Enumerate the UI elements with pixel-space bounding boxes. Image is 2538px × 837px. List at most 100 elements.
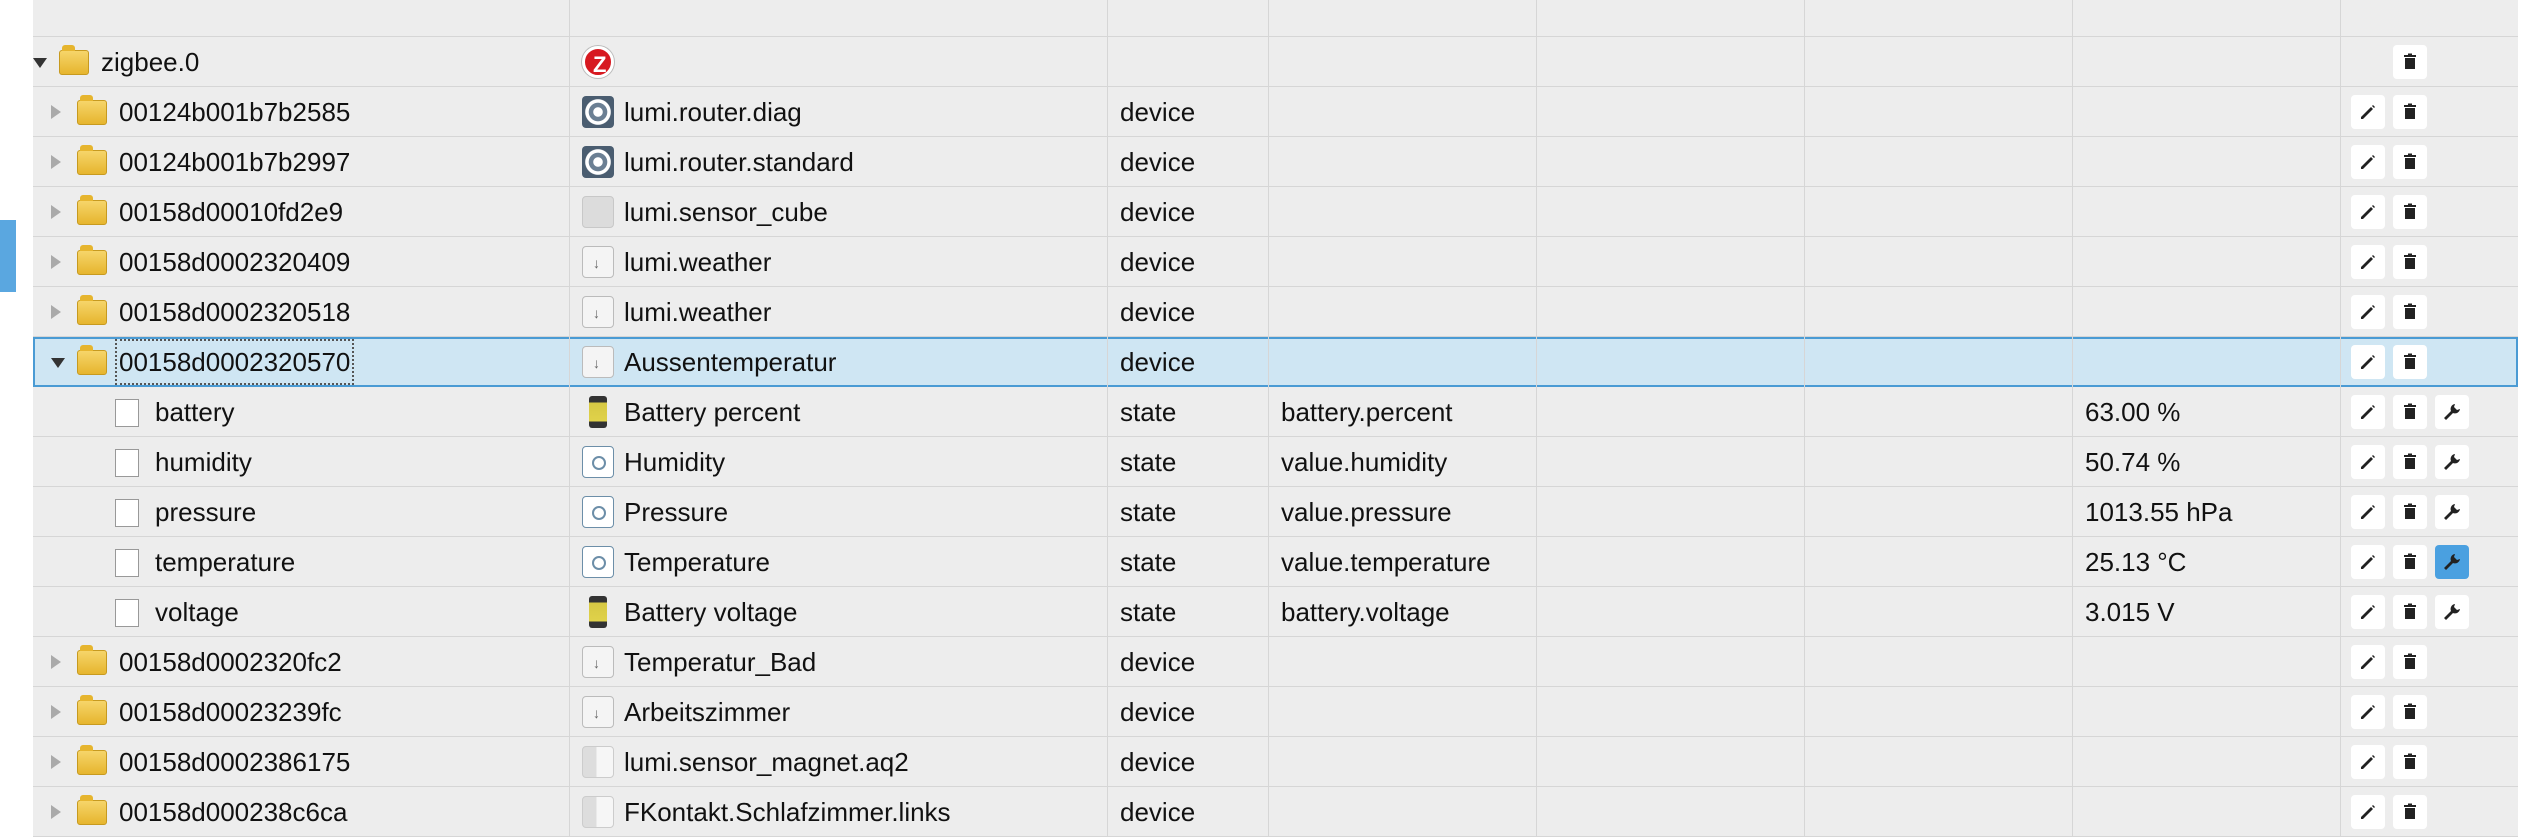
edit-button[interactable] [2351, 495, 2385, 529]
custom-settings-button[interactable] [2435, 445, 2469, 479]
object-role-cell [1269, 737, 1537, 787]
object-id-label: 00158d0002320570 [113, 337, 356, 387]
edit-button[interactable] [2351, 95, 2385, 129]
collapse-arrow-icon[interactable] [33, 58, 47, 68]
edit-button[interactable] [2351, 545, 2385, 579]
object-role-cell [1269, 37, 1537, 87]
expand-arrow-icon[interactable] [51, 205, 61, 219]
object-type-cell: device [1108, 787, 1269, 837]
expand-arrow-icon[interactable] [51, 255, 61, 269]
edit-button[interactable] [2351, 445, 2385, 479]
expand-arrow-icon[interactable] [51, 755, 61, 769]
custom-settings-button[interactable] [2435, 595, 2469, 629]
folder-icon [77, 345, 107, 375]
expand-arrow-icon[interactable] [51, 105, 61, 119]
tree-row[interactable]: 00158d00010fd2e9 lumi.sensor_cube device [33, 187, 2518, 237]
object-id-cell: humidity [33, 437, 570, 487]
edit-button[interactable] [2351, 645, 2385, 679]
tree-row[interactable]: pressure Pressure state value.pressure 1013.… [33, 487, 2518, 537]
custom-settings-button[interactable] [2435, 395, 2469, 429]
tree-row[interactable]: 00158d0002320518 lumi.weather device [33, 287, 2518, 337]
delete-button[interactable] [2393, 445, 2427, 479]
object-id-label: 00158d0002320409 [119, 247, 351, 277]
expand-arrow-icon[interactable] [51, 155, 61, 169]
delete-button[interactable] [2393, 645, 2427, 679]
tree-row[interactable]: 00124b001b7b2585 lumi.router.diag device [33, 87, 2518, 137]
object-id-cell: pressure [33, 487, 570, 537]
object-name-label: lumi.router.standard [624, 147, 854, 177]
tree-row[interactable]: 00158d0002320409 lumi.weather device [33, 237, 2518, 287]
object-id-cell: 00158d0002320fc2 [33, 637, 570, 687]
folder-icon [77, 245, 107, 275]
object-id-label: 00158d00010fd2e9 [119, 197, 344, 227]
tree-row[interactable]: 00158d0002386175 lumi.sensor_magnet.aq2 de… [33, 737, 2518, 787]
object-name-label: Humidity [624, 447, 726, 477]
custom-settings-button[interactable] [2435, 545, 2469, 579]
edit-button[interactable] [2351, 695, 2385, 729]
object-id-label: battery [155, 397, 235, 427]
delete-button[interactable] [2393, 795, 2427, 829]
custom-settings-button[interactable] [2435, 495, 2469, 529]
edit-button[interactable] [2351, 595, 2385, 629]
object-type-cell: device [1108, 687, 1269, 737]
file-icon [115, 399, 139, 427]
object-function-cell [1805, 437, 2073, 487]
delete-button[interactable] [2393, 345, 2427, 379]
object-room-cell [1537, 687, 1805, 737]
trash-icon [2404, 153, 2416, 169]
expand-arrow-icon[interactable] [51, 655, 61, 669]
object-function-cell [1805, 337, 2073, 387]
tree-row[interactable]: 00158d0002320570 Aussentemperatur device [33, 337, 2518, 387]
delete-button[interactable] [2393, 545, 2427, 579]
tree-row[interactable]: humidity Humidity state value.humidity 50.74… [33, 437, 2518, 487]
delete-button[interactable] [2393, 95, 2427, 129]
edit-button[interactable] [2351, 295, 2385, 329]
object-type-cell: device [1108, 237, 1269, 287]
state-icon [582, 446, 614, 479]
delete-button[interactable] [2393, 495, 2427, 529]
object-id-label: 00158d000238c6ca [119, 797, 348, 827]
object-name-label: lumi.router.diag [624, 97, 802, 127]
delete-button[interactable] [2393, 195, 2427, 229]
tree-row[interactable]: zigbee.0 [33, 37, 2518, 87]
expand-arrow-icon[interactable] [51, 705, 61, 719]
expand-arrow-icon[interactable] [51, 305, 61, 319]
tree-row[interactable]: 00158d0002320fc2 Temperatur_Bad device [33, 637, 2518, 687]
folder-icon [77, 795, 107, 825]
object-name-cell: Humidity [570, 437, 1108, 487]
edit-button[interactable] [2351, 245, 2385, 279]
edit-button[interactable] [2351, 795, 2385, 829]
delete-button[interactable] [2393, 745, 2427, 779]
edit-button[interactable] [2351, 145, 2385, 179]
left-panel-resize-handle[interactable] [0, 220, 16, 292]
pencil-icon [2361, 105, 2375, 119]
object-value-cell: 3.015 V [2073, 587, 2341, 637]
tree-row[interactable]: 00124b001b7b2997 lumi.router.standard devi… [33, 137, 2518, 187]
delete-button[interactable] [2393, 295, 2427, 329]
object-id-cell: 00124b001b7b2585 [33, 87, 570, 137]
delete-button[interactable] [2393, 245, 2427, 279]
actions-cell [2341, 437, 2518, 487]
edit-button[interactable] [2351, 395, 2385, 429]
tree-row[interactable]: 00158d00023239fc Arbeitszimmer device [33, 687, 2518, 737]
delete-button[interactable] [2393, 595, 2427, 629]
edit-button[interactable] [2351, 345, 2385, 379]
delete-button[interactable] [2393, 695, 2427, 729]
object-type-cell: device [1108, 337, 1269, 387]
pencil-icon [2361, 705, 2375, 719]
delete-button[interactable] [2393, 145, 2427, 179]
object-name-cell: Arbeitszimmer [570, 687, 1108, 737]
tree-row[interactable]: voltage Battery voltage state battery.volta… [33, 587, 2518, 637]
tree-row[interactable]: temperature Temperature state value.tempera… [33, 537, 2518, 587]
object-room-cell [1537, 87, 1805, 137]
delete-button[interactable] [2393, 45, 2427, 79]
edit-button[interactable] [2351, 745, 2385, 779]
collapse-arrow-icon[interactable] [51, 358, 65, 368]
object-name-cell: Pressure [570, 487, 1108, 537]
edit-button[interactable] [2351, 195, 2385, 229]
expand-arrow-icon[interactable] [51, 805, 61, 819]
tree-row[interactable]: 00158d000238c6ca FKontakt.Schlafzimmer.li… [33, 787, 2518, 837]
tree-row[interactable]: battery Battery percent state battery.perce… [33, 387, 2518, 437]
delete-button[interactable] [2393, 395, 2427, 429]
object-name-label: Pressure [624, 497, 729, 527]
